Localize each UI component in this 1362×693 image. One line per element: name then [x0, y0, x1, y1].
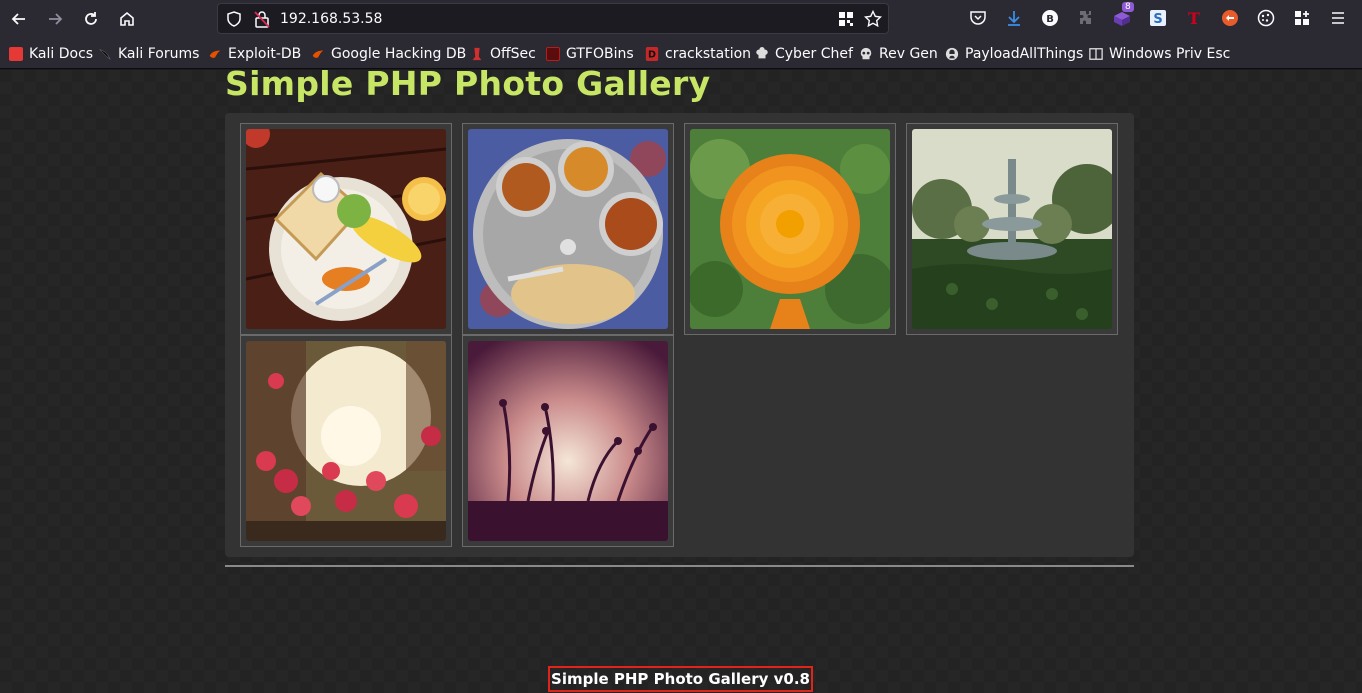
- hamburger-menu-icon: [1332, 12, 1344, 24]
- extension-s-button[interactable]: S: [1148, 8, 1168, 28]
- bookmark-payloadallthings[interactable]: PayloadAllThings: [945, 44, 1083, 64]
- burp-icon: [1222, 10, 1238, 26]
- bookmark-label: Google Hacking DB: [331, 46, 467, 62]
- bookmark-label: OffSec: [490, 46, 536, 62]
- svg-text:B: B: [1046, 14, 1054, 25]
- skull-icon: [860, 47, 872, 60]
- puzzle-icon: [1080, 11, 1091, 24]
- bookmark-google-hacking-db[interactable]: Google Hacking DB: [311, 44, 466, 64]
- bookmark-label: GTFOBins: [566, 46, 634, 62]
- qr-code-icon[interactable]: [838, 11, 854, 27]
- bookmark-kali-forums[interactable]: Kali Forums: [98, 44, 199, 64]
- crackstation-icon: D: [645, 47, 659, 61]
- home-icon: [120, 11, 134, 26]
- gallery-thumbnail[interactable]: [462, 123, 674, 335]
- cookie-icon: [1257, 9, 1275, 27]
- s-square-icon: S: [1150, 10, 1166, 27]
- kali-docs-icon: [9, 47, 23, 61]
- page-title: Simple PHP Photo Gallery: [225, 64, 711, 103]
- extensions-button[interactable]: [1292, 8, 1312, 28]
- gallery-panel: [225, 113, 1134, 557]
- orange-flower-photo[interactable]: [690, 129, 890, 329]
- downloads-button[interactable]: [1004, 8, 1024, 28]
- bookmark-label: Rev Gen: [879, 46, 938, 62]
- red-t-icon: T: [1188, 9, 1200, 27]
- forward-arrow-icon: [49, 13, 63, 25]
- svg-text:D: D: [648, 50, 656, 61]
- bookmark-windows-priv-esc[interactable]: Windows Priv Esc: [1089, 44, 1230, 64]
- b-circle-icon: B: [1042, 10, 1058, 26]
- extension-badge: 8: [1122, 2, 1134, 12]
- svg-text:S: S: [1153, 12, 1162, 27]
- exploit-db-icon: [209, 50, 221, 58]
- gallery-thumbnail[interactable]: [906, 123, 1118, 335]
- extension-puzzle-button[interactable]: [1076, 8, 1096, 28]
- offsec-icon: [472, 47, 482, 61]
- gallery-thumbnail[interactable]: [240, 123, 452, 335]
- bougainvillea-sunset-photo[interactable]: [246, 341, 446, 541]
- bookmark-exploit-db[interactable]: Exploit-DB: [208, 44, 301, 64]
- thali-meal-photo[interactable]: [468, 129, 668, 329]
- home-button[interactable]: [114, 6, 140, 32]
- app-menu-button[interactable]: [1328, 8, 1348, 28]
- back-arrow-icon: [11, 13, 25, 25]
- pocket-button[interactable]: [968, 8, 988, 28]
- bookmark-cyber-chef[interactable]: Cyber Chef: [755, 44, 853, 64]
- book-icon: [1089, 48, 1103, 60]
- gtfobins-icon: [546, 47, 560, 61]
- bookmark-gtfobins[interactable]: GTFOBins: [546, 44, 634, 64]
- bookmark-label: Kali Forums: [118, 46, 200, 62]
- extension-burp-button[interactable]: [1220, 8, 1240, 28]
- extension-cookie-button[interactable]: [1256, 8, 1276, 28]
- extension-b-button[interactable]: B: [1040, 8, 1060, 28]
- bookmark-kali-docs[interactable]: Kali Docs: [9, 44, 93, 64]
- gallery-thumbnail[interactable]: [684, 123, 896, 335]
- bookmark-label: crackstation: [665, 46, 752, 62]
- download-icon: [1008, 11, 1020, 26]
- kali-dragon-icon: [99, 49, 111, 60]
- bookmark-star-icon[interactable]: [864, 10, 882, 28]
- ghdb-icon: [312, 50, 324, 58]
- bookmark-label: Kali Docs: [29, 46, 94, 62]
- gallery-thumbnail[interactable]: [240, 335, 452, 547]
- gallery-thumbnail[interactable]: [462, 335, 674, 547]
- svg-text:T: T: [1188, 9, 1200, 27]
- reload-icon: [85, 12, 97, 25]
- page-content: Simple PHP Photo Gallery Simple PHP Phot…: [0, 64, 1362, 693]
- extension-t-button[interactable]: T: [1184, 8, 1204, 28]
- github-icon: [945, 47, 959, 61]
- back-button[interactable]: [6, 6, 32, 32]
- bookmark-rev-gen[interactable]: Rev Gen: [859, 44, 938, 64]
- divider: [225, 565, 1134, 567]
- plant-silhouette-photo[interactable]: [468, 341, 668, 541]
- reload-button[interactable]: [78, 6, 104, 32]
- insecure-lock-icon[interactable]: [254, 10, 270, 28]
- forward-button[interactable]: [42, 6, 68, 32]
- garden-fountain-photo[interactable]: [912, 129, 1112, 329]
- bookmark-crackstation[interactable]: D crackstation: [645, 44, 751, 64]
- chef-hat-icon: [756, 47, 768, 59]
- bookmark-offsec[interactable]: OffSec: [470, 44, 536, 64]
- extension-purple-button[interactable]: 8: [1112, 2, 1134, 28]
- bookmark-label: Cyber Chef: [775, 46, 853, 62]
- breakfast-plate-photo[interactable]: [246, 129, 446, 329]
- bookmark-label: Windows Priv Esc: [1109, 46, 1231, 62]
- address-bar[interactable]: 192.168.53.58: [217, 3, 889, 34]
- browser-toolbar: 192.168.53.58 B 8 S T: [0, 0, 1362, 38]
- url-text[interactable]: 192.168.53.58: [280, 11, 382, 27]
- extensions-grid-icon: [1295, 11, 1309, 25]
- shield-icon[interactable]: [226, 11, 242, 27]
- bookmark-label: Exploit-DB: [228, 46, 302, 62]
- footer-version: Simple PHP Photo Gallery v0.8: [548, 666, 813, 692]
- bookmark-label: PayloadAllThings: [965, 46, 1084, 62]
- pocket-icon: [970, 11, 986, 25]
